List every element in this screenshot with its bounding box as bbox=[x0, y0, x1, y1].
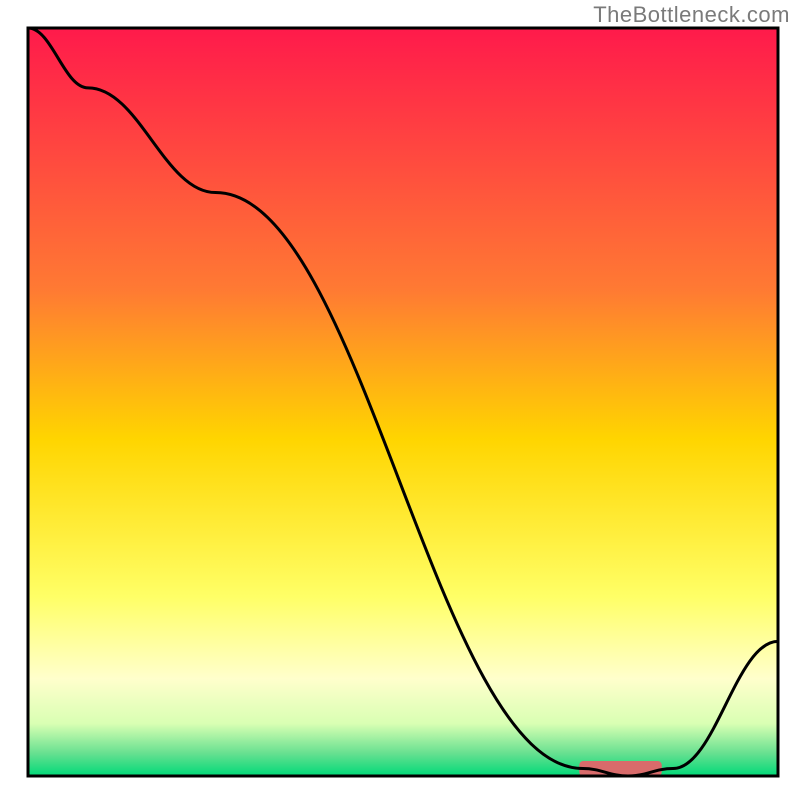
chart-container: TheBottleneck.com bbox=[0, 0, 800, 800]
gradient-background bbox=[28, 28, 778, 776]
bottleneck-chart bbox=[0, 0, 800, 800]
watermark-text: TheBottleneck.com bbox=[593, 2, 790, 28]
